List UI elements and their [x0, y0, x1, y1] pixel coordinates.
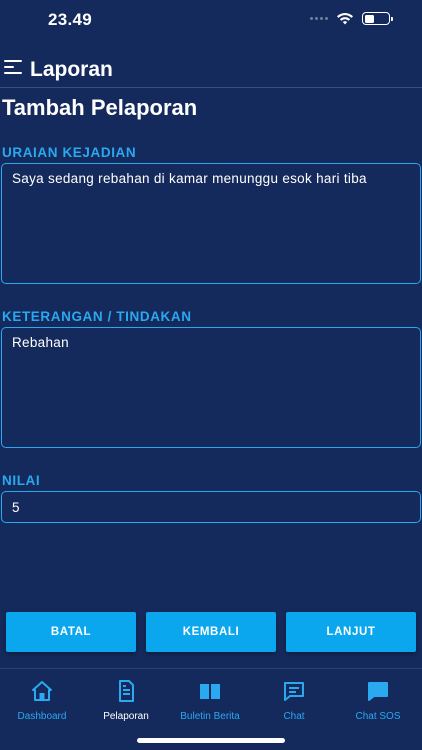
- home-icon: [32, 681, 52, 701]
- chat-bubble-icon: [368, 682, 388, 701]
- nav-item-pelaporan[interactable]: Pelaporan: [84, 679, 168, 722]
- wifi-icon: [337, 12, 353, 25]
- lanjut-button[interactable]: LANJUT: [286, 612, 416, 652]
- nav-item-chat[interactable]: Chat: [252, 679, 336, 722]
- page-title: Tambah Pelaporan: [2, 95, 198, 120]
- nav-item-buletin-berita[interactable]: Buletin Berita: [168, 679, 252, 722]
- status-time: 23.49: [48, 10, 93, 29]
- nav-label-chat-sos: Chat SOS: [355, 711, 401, 722]
- nav-label-dashboard: Dashboard: [17, 711, 67, 722]
- nilai-field[interactable]: [1, 491, 421, 523]
- keterangan-tindakan-field[interactable]: Rebahan: [1, 327, 421, 448]
- nav-label-chat: Chat: [283, 711, 305, 722]
- nav-item-dashboard[interactable]: Dashboard: [0, 679, 84, 722]
- book-icon: [200, 684, 220, 699]
- nav-item-chat-sos[interactable]: Chat SOS: [336, 679, 420, 722]
- app-header: Laporan: [0, 52, 422, 88]
- kembali-button[interactable]: KEMBALI: [146, 612, 276, 652]
- home-indicator: [137, 738, 285, 743]
- nav-label-buletin-berita: Buletin Berita: [180, 711, 240, 722]
- app-screen: 23.49 Laporan Tambah Pelaporan URAIAN KE…: [0, 0, 422, 750]
- chat-icon: [284, 682, 304, 701]
- header-title: Laporan: [30, 58, 113, 81]
- uraian-kejadian-field[interactable]: Saya sedang rebahan di kamar menunggu es…: [1, 163, 421, 284]
- batal-button[interactable]: BATAL: [6, 612, 136, 652]
- keterangan-tindakan-label: KETERANGAN / TINDAKAN: [2, 309, 192, 324]
- nilai-label: NILAI: [2, 473, 41, 488]
- nav-label-pelaporan: Pelaporan: [103, 711, 149, 722]
- status-bar: 23.49: [0, 0, 422, 44]
- battery-icon: [362, 12, 393, 25]
- status-icons: [310, 12, 393, 25]
- document-icon: [119, 680, 134, 702]
- cellular-signal-icon: [310, 17, 328, 20]
- uraian-kejadian-label: URAIAN KEJADIAN: [2, 145, 137, 160]
- menu-icon[interactable]: [4, 60, 22, 76]
